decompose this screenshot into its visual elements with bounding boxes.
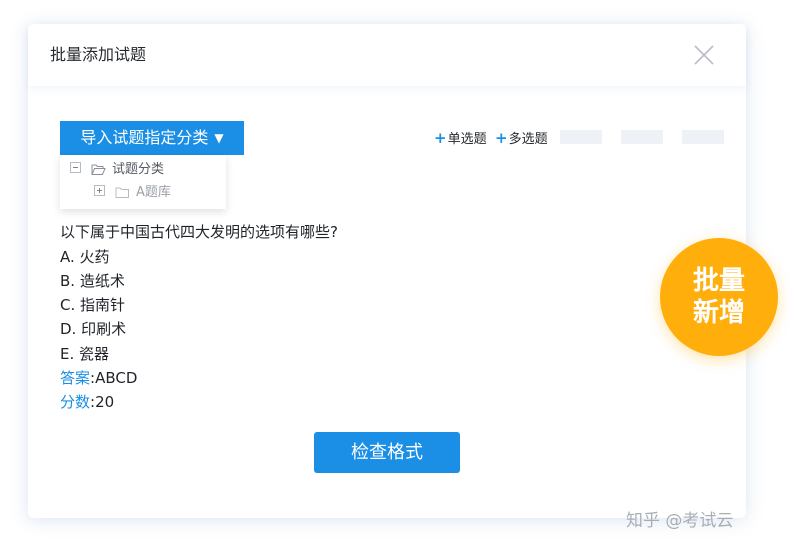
question-option: C. 指南针 bbox=[60, 296, 126, 314]
plus-icon: + bbox=[434, 129, 447, 147]
badge-line-2: 新增 bbox=[692, 298, 745, 328]
tree-item-label: A题库 bbox=[136, 185, 171, 200]
question-option: D. 印刷术 bbox=[60, 320, 127, 338]
score-line: 分数:20 bbox=[60, 392, 114, 412]
question-option: E. 瓷器 bbox=[60, 345, 110, 363]
tree-item-a-bank[interactable]: A题库 bbox=[94, 184, 171, 202]
question-option: A. 火药 bbox=[60, 248, 110, 266]
check-format-button[interactable]: 检查格式 bbox=[314, 432, 460, 473]
watermark: 知乎 @考试云 bbox=[626, 511, 734, 531]
dialog-header: 批量添加试题 bbox=[28, 24, 746, 86]
answer-line: 答案:ABCD bbox=[60, 368, 137, 388]
expand-icon[interactable] bbox=[94, 185, 105, 196]
batch-add-badge: 批量 新增 bbox=[660, 238, 778, 356]
score-key: 分数 bbox=[60, 393, 91, 411]
badge-line-1: 批量 bbox=[692, 266, 745, 296]
category-tree-panel: 试题分类 A题库 bbox=[60, 155, 226, 209]
add-multi-choice-button[interactable]: +多选题 bbox=[495, 129, 548, 149]
plus-icon: + bbox=[495, 129, 508, 147]
score-value: :20 bbox=[90, 393, 115, 411]
collapse-icon[interactable] bbox=[70, 162, 81, 173]
folder-icon bbox=[115, 185, 130, 200]
close-icon[interactable] bbox=[692, 43, 716, 67]
single-choice-label: 单选题 bbox=[447, 132, 487, 147]
question-stem: 以下属于中国古代四大发明的选项有哪些? bbox=[60, 223, 338, 241]
import-category-dropdown[interactable]: 导入试题指定分类 ▼ bbox=[60, 121, 244, 155]
batch-add-dialog: 批量添加试题 导入试题指定分类 ▼ 试题分类 A题库 +单选题 +多选题 以下属于… bbox=[28, 24, 746, 518]
answer-value: :ABCD bbox=[90, 369, 138, 387]
question-type-placeholder[interactable] bbox=[560, 130, 602, 144]
question-type-placeholder[interactable] bbox=[621, 130, 663, 144]
caret-down-icon: ▼ bbox=[214, 131, 224, 145]
tree-item-root[interactable]: 试题分类 bbox=[70, 161, 164, 179]
multi-choice-label: 多选题 bbox=[508, 132, 548, 147]
add-single-choice-button[interactable]: +单选题 bbox=[434, 129, 487, 149]
folder-open-icon bbox=[91, 162, 106, 177]
answer-key: 答案 bbox=[60, 369, 91, 387]
import-category-label: 导入试题指定分类 bbox=[80, 128, 209, 147]
question-type-placeholder[interactable] bbox=[682, 130, 724, 144]
question-option: B. 造纸术 bbox=[60, 272, 125, 290]
tree-item-label: 试题分类 bbox=[112, 162, 165, 177]
dialog-title: 批量添加试题 bbox=[50, 45, 147, 64]
